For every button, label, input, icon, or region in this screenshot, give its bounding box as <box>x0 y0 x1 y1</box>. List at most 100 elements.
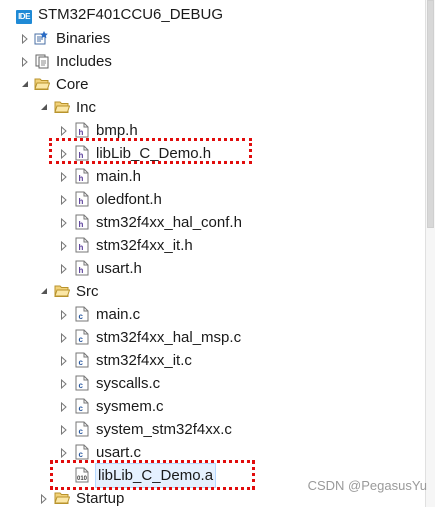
chevron-right-icon[interactable] <box>58 211 70 234</box>
lib-archive-icon: 010 <box>74 467 90 483</box>
tree-item-file[interactable]: h libLib_C_Demo.h <box>0 142 426 165</box>
svg-text:h: h <box>79 266 84 275</box>
svg-text:h: h <box>79 174 84 183</box>
tree-item-label: Includes <box>56 53 112 70</box>
tree-item-label: bmp.h <box>96 122 138 139</box>
folder-icon <box>54 490 70 506</box>
chevron-right-icon[interactable] <box>58 257 70 280</box>
tree-item-label: stm32f4xx_hal_conf.h <box>96 214 242 231</box>
tree-item-includes[interactable]: Includes <box>0 50 426 73</box>
tree-item-file[interactable]: c stm32f4xx_hal_msp.c <box>0 326 426 349</box>
tree-item-label: libLib_C_Demo.a <box>94 463 217 488</box>
chevron-right-icon[interactable] <box>58 326 70 349</box>
svg-text:h: h <box>79 128 84 137</box>
tree-item-file[interactable]: c syscalls.c <box>0 372 426 395</box>
svg-text:h: h <box>79 197 84 206</box>
chevron-down-icon[interactable] <box>38 96 50 119</box>
chevron-right-icon[interactable] <box>19 27 31 50</box>
h-file-icon: h <box>74 237 90 253</box>
tree-item-label: usart.h <box>96 260 142 277</box>
folder-icon <box>54 99 70 115</box>
c-file-icon: c <box>74 375 90 391</box>
svg-text:c: c <box>79 335 84 344</box>
tree-item-label: libLib_C_Demo.h <box>96 145 212 162</box>
chevron-down-icon[interactable] <box>19 73 31 96</box>
tree-item-file[interactable]: c main.c <box>0 303 426 326</box>
tree-item-file[interactable]: c sysmem.c <box>0 395 426 418</box>
tree-item-label: Core <box>56 76 89 93</box>
tree-item-label: sysmem.c <box>96 398 164 415</box>
svg-text:h: h <box>79 151 84 160</box>
tree-item-label: Inc <box>76 99 97 116</box>
tree-item-inc[interactable]: Inc <box>0 96 426 119</box>
ide-project-icon: IDE <box>16 10 32 24</box>
tree-item-file[interactable]: h oledfont.h <box>0 188 426 211</box>
tree-item-label: stm32f4xx_it.h <box>96 237 193 254</box>
svg-text:c: c <box>79 404 84 413</box>
h-file-icon: h <box>74 145 90 161</box>
folder-icon <box>34 76 50 92</box>
chevron-right-icon[interactable] <box>58 395 70 418</box>
folder-icon <box>54 283 70 299</box>
chevron-right-icon[interactable] <box>58 142 70 165</box>
includes-icon <box>34 53 50 69</box>
chevron-right-icon[interactable] <box>58 119 70 142</box>
svg-text:h: h <box>79 220 84 229</box>
binaries-icon <box>34 30 50 46</box>
h-file-icon: h <box>74 122 90 138</box>
chevron-right-icon[interactable] <box>58 234 70 257</box>
tree-item-label: main.h <box>96 168 142 185</box>
tree-item-file[interactable]: h usart.h <box>0 257 426 280</box>
svg-text:c: c <box>79 450 84 459</box>
c-file-icon: c <box>74 444 90 460</box>
svg-text:c: c <box>79 312 84 321</box>
chevron-down-icon[interactable] <box>38 280 50 303</box>
tree-item-file[interactable]: h bmp.h <box>0 119 426 142</box>
project-title: STM32F401CCU6_DEBUG <box>38 6 224 23</box>
watermark: CSDN @PegasusYu <box>307 478 427 493</box>
tree-item-label: stm32f4xx_it.c <box>96 352 192 369</box>
chevron-right-icon[interactable] <box>19 50 31 73</box>
tree-item-label: stm32f4xx_hal_msp.c <box>96 329 242 346</box>
chevron-right-icon[interactable] <box>58 303 70 326</box>
h-file-icon: h <box>74 191 90 207</box>
svg-text:c: c <box>79 427 84 436</box>
c-file-icon: c <box>74 398 90 414</box>
tree-item-file[interactable]: c usart.c <box>0 441 426 464</box>
tree-item-label: Src <box>76 283 99 300</box>
tree-item-file[interactable]: h stm32f4xx_hal_conf.h <box>0 211 426 234</box>
chevron-right-icon[interactable] <box>58 441 70 464</box>
svg-text:c: c <box>79 358 84 367</box>
svg-text:c: c <box>79 381 84 390</box>
h-file-icon: h <box>74 260 90 276</box>
tree-item-label: Binaries <box>56 30 111 47</box>
svg-text:010: 010 <box>77 476 88 482</box>
project-root-row[interactable]: IDE STM32F401CCU6_DEBUG <box>0 3 426 26</box>
c-file-icon: c <box>74 421 90 437</box>
tree-item-label: usart.c <box>96 444 142 461</box>
tree-item-label: oledfont.h <box>96 191 162 208</box>
tree-item-label: system_stm32f4xx.c <box>96 421 232 438</box>
tree-item-file[interactable]: c system_stm32f4xx.c <box>0 418 426 441</box>
tree-item-label: syscalls.c <box>96 375 161 392</box>
chevron-right-icon[interactable] <box>58 418 70 441</box>
h-file-icon: h <box>74 168 90 184</box>
vertical-scrollbar[interactable] <box>425 0 435 507</box>
tree-item-src[interactable]: Src <box>0 280 426 303</box>
c-file-icon: c <box>74 306 90 322</box>
tree-item-label: main.c <box>96 306 141 323</box>
tree-item-binaries[interactable]: Binaries <box>0 27 426 50</box>
tree-item-file[interactable]: c stm32f4xx_it.c <box>0 349 426 372</box>
chevron-right-icon[interactable] <box>58 349 70 372</box>
chevron-right-icon[interactable] <box>58 188 70 211</box>
chevron-right-icon[interactable] <box>58 165 70 188</box>
scrollbar-thumb[interactable] <box>427 0 434 228</box>
tree-item-file[interactable]: h main.h <box>0 165 426 188</box>
c-file-icon: c <box>74 329 90 345</box>
chevron-right-icon[interactable] <box>58 372 70 395</box>
svg-text:h: h <box>79 243 84 252</box>
tree-item-core[interactable]: Core <box>0 73 426 96</box>
project-explorer-tree: IDE STM32F401CCU6_DEBUG Binaries Include… <box>0 0 426 507</box>
tree-item-file[interactable]: h stm32f4xx_it.h <box>0 234 426 257</box>
h-file-icon: h <box>74 214 90 230</box>
